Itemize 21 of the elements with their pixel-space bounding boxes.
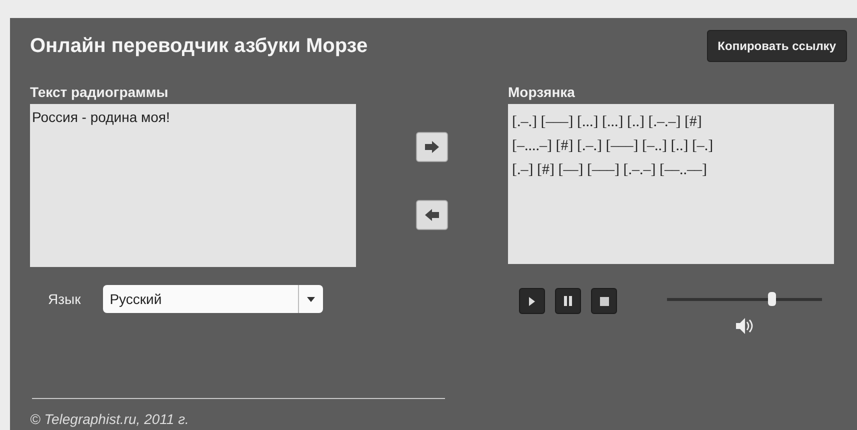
translate-right-button[interactable] <box>416 132 448 162</box>
output-label: Морзянка <box>508 84 576 100</box>
text-input-field[interactable]: Россия - родина моя! <box>30 104 356 267</box>
copy-link-button[interactable]: Копировать ссылку <box>706 30 847 62</box>
translate-left-button[interactable] <box>416 200 448 230</box>
right-arrow-icon <box>425 141 439 153</box>
pause-button[interactable] <box>555 288 581 314</box>
pause-icon <box>564 296 572 306</box>
language-dropdown[interactable]: Русский <box>102 285 323 313</box>
play-icon <box>529 296 535 306</box>
input-label: Текст радиограммы <box>30 84 170 100</box>
stop-icon <box>600 296 608 306</box>
slider-thumb[interactable] <box>768 292 776 306</box>
speaker-icon <box>736 318 754 334</box>
play-button[interactable] <box>519 288 545 314</box>
page-title: Онлайн переводчик азбуки Морзе <box>30 34 368 58</box>
stop-button[interactable] <box>591 288 617 314</box>
morse-output-field: [.–.] [–––] [...] [...] [..] [.–.–] [#] [–....–] [#] [.–.] [–––] [–..] [..] [–.] [.–] [#] [––] [–––] [.–.–] [––..––] <box>508 104 834 264</box>
left-arrow-icon <box>425 209 439 221</box>
copyright-text: © Telegraphist.ru, 2011 г. <box>30 411 190 427</box>
language-label: Язык <box>48 291 81 307</box>
